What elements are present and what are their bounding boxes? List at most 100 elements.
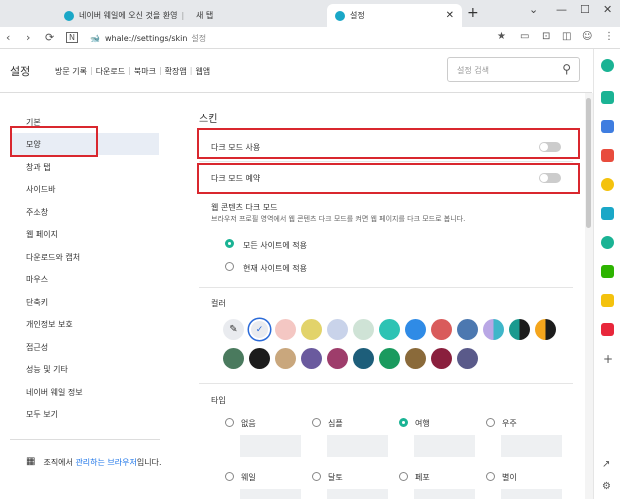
green-dot-icon[interactable] xyxy=(601,59,614,72)
type-radio-none[interactable] xyxy=(225,418,234,427)
sidebar-item-about[interactable]: 네이버 웨일 정보 xyxy=(10,381,159,403)
color-row1-swatch-11[interactable] xyxy=(535,319,556,340)
type-thumb-space[interactable] xyxy=(501,435,562,457)
type-radio-space[interactable] xyxy=(486,418,495,427)
url-field[interactable]: 🐋 whale://settings/skin 설정 xyxy=(90,30,510,46)
naver-icon[interactable]: N xyxy=(66,32,78,43)
settings-icon[interactable]: ⚙ xyxy=(602,481,611,492)
sidebar-item-shortcuts[interactable]: 단축키 xyxy=(10,291,159,313)
color-row1-swatch-6[interactable] xyxy=(405,319,426,340)
color-picker-icon[interactable]: ✎ xyxy=(223,319,244,340)
color-row2-swatch-0[interactable] xyxy=(223,348,244,369)
type-thumb-pepo[interactable] xyxy=(414,489,475,499)
color-row2-swatch-8[interactable] xyxy=(431,348,452,369)
news-icon[interactable] xyxy=(601,323,614,336)
scrollbar-thumb[interactable] xyxy=(586,98,591,228)
settings-search-input[interactable]: 설정 검색 ⚲ xyxy=(447,57,580,82)
sidebar-item-download-capture[interactable]: 다운로드와 캡처 xyxy=(10,246,159,268)
color-row2-swatch-1[interactable] xyxy=(249,348,270,369)
tab-settings[interactable]: 설정 ✕ xyxy=(327,4,462,27)
color-row2-swatch-5[interactable] xyxy=(353,348,374,369)
color-row1-swatch-7[interactable] xyxy=(431,319,452,340)
open-external-icon[interactable]: ↗ xyxy=(602,459,610,470)
menu-downloads-link[interactable]: 다운로드 xyxy=(93,66,128,77)
menu-bookmarks-link[interactable]: 북마크 xyxy=(131,66,159,77)
color-row1-swatch-5[interactable] xyxy=(379,319,400,340)
type-radio-travel[interactable] xyxy=(399,418,408,427)
bookmark-star-icon[interactable]: ★ xyxy=(497,31,506,42)
type-label-travel: 여행 xyxy=(415,419,430,428)
minimize-icon[interactable]: — xyxy=(556,3,567,16)
menu-extensions-link[interactable]: 확장앱 xyxy=(162,66,190,77)
type-radio-pepo[interactable] xyxy=(399,472,408,481)
type-thumb-none[interactable] xyxy=(240,435,301,457)
color-row2-swatch-2[interactable] xyxy=(275,348,296,369)
sidebar-item-mouse[interactable]: 마우스 xyxy=(10,268,159,290)
note-icon[interactable] xyxy=(601,294,614,307)
sidebar-item-privacy[interactable]: 개인정보 보호 xyxy=(10,313,159,335)
sidebar-item-accessibility[interactable]: 접근성 xyxy=(10,336,159,358)
color-row1-swatch-3[interactable] xyxy=(327,319,348,340)
type-thumb-simple[interactable] xyxy=(327,435,388,457)
color-row2-swatch-9[interactable] xyxy=(457,348,478,369)
new-tab-button[interactable]: + xyxy=(467,5,479,21)
tab-welcome[interactable]: 네이버 웨일에 오신 것을 환영 | xyxy=(64,4,194,27)
forward-icon[interactable]: › xyxy=(26,31,30,44)
bell-icon[interactable] xyxy=(601,91,614,104)
calendar-icon[interactable] xyxy=(601,120,614,133)
sidebar-item-performance[interactable]: 성능 및 기타 xyxy=(10,358,159,380)
sidebar-divider xyxy=(10,439,160,440)
add-app-icon[interactable]: + xyxy=(603,352,613,366)
color-row2-swatch-3[interactable] xyxy=(301,348,322,369)
back-icon[interactable]: ‹ xyxy=(6,31,10,44)
capture-icon[interactable]: ⊡ xyxy=(542,31,550,42)
sidebar-item-address-bar[interactable]: 주소창 xyxy=(10,201,159,223)
color-row2-swatch-7[interactable] xyxy=(405,348,426,369)
color-row1-swatch-1[interactable] xyxy=(275,319,296,340)
type-radio-whale[interactable] xyxy=(225,472,234,481)
type-radio-simple[interactable] xyxy=(312,418,321,427)
radio-all-sites[interactable] xyxy=(225,239,234,248)
menu-history-link[interactable]: 방문 기록 xyxy=(52,66,90,77)
type-thumb-dalto[interactable] xyxy=(327,489,388,499)
color-row1-swatch-9[interactable] xyxy=(483,319,504,340)
type-thumb-travel[interactable] xyxy=(414,435,475,457)
reload-icon[interactable]: ⟳ xyxy=(45,31,54,44)
play-icon[interactable] xyxy=(601,236,614,249)
color-row1-swatch-10[interactable] xyxy=(509,319,530,340)
search-icon[interactable]: ⚲ xyxy=(562,62,571,76)
sidebar-item-windows-tabs[interactable]: 창과 탭 xyxy=(10,156,159,178)
radio-current-site[interactable] xyxy=(225,262,234,271)
sidebar-item-sidebar[interactable]: 사이드바 xyxy=(10,178,159,200)
tab-bar: 네이버 웨일에 오신 것을 환영 | 새 탭 설정 ✕ + ⌄ — ☐ ✕ xyxy=(0,0,620,27)
close-window-icon[interactable]: ✕ xyxy=(603,3,612,16)
menu-icon[interactable]: ⋮ xyxy=(604,31,614,42)
type-thumb-whale[interactable] xyxy=(240,489,301,499)
type-radio-byeoli[interactable] xyxy=(486,472,495,481)
color-row2-swatch-4[interactable] xyxy=(327,348,348,369)
chevron-down-icon[interactable]: ⌄ xyxy=(529,3,538,16)
close-tab-icon[interactable]: ✕ xyxy=(446,10,454,21)
color-row1-swatch-2[interactable] xyxy=(301,319,322,340)
color-row1-swatch-8[interactable] xyxy=(457,319,478,340)
menu-webapps-link[interactable]: 웹앱 xyxy=(192,66,213,77)
sidebar-item-web-page[interactable]: 웹 페이지 xyxy=(10,223,159,245)
radio-all-sites-label: 모든 사이트에 적용 xyxy=(243,241,307,250)
translate-icon[interactable] xyxy=(601,207,614,220)
type-radio-dalto[interactable] xyxy=(312,472,321,481)
color-row2-swatch-6[interactable] xyxy=(379,348,400,369)
tab-new[interactable]: 새 탭 xyxy=(196,4,256,27)
type-thumb-byeoli[interactable] xyxy=(501,489,562,499)
cast-icon[interactable]: ▭ xyxy=(520,31,529,42)
sidebar-toggle-icon[interactable]: ◫ xyxy=(562,31,571,42)
profile-icon[interactable]: ☺ xyxy=(582,31,592,42)
color-row1-swatch-0[interactable]: ✓ xyxy=(249,319,270,340)
star-app-icon[interactable] xyxy=(601,178,614,191)
band-icon[interactable] xyxy=(601,265,614,278)
managed-link[interactable]: 관리하는 브라우저 xyxy=(75,458,136,467)
pocket-icon[interactable] xyxy=(601,149,614,162)
scrollbar[interactable] xyxy=(585,93,593,499)
sidebar-item-view-all[interactable]: 모두 보기 xyxy=(10,403,159,425)
maximize-icon[interactable]: ☐ xyxy=(580,3,590,16)
color-row1-swatch-4[interactable] xyxy=(353,319,374,340)
